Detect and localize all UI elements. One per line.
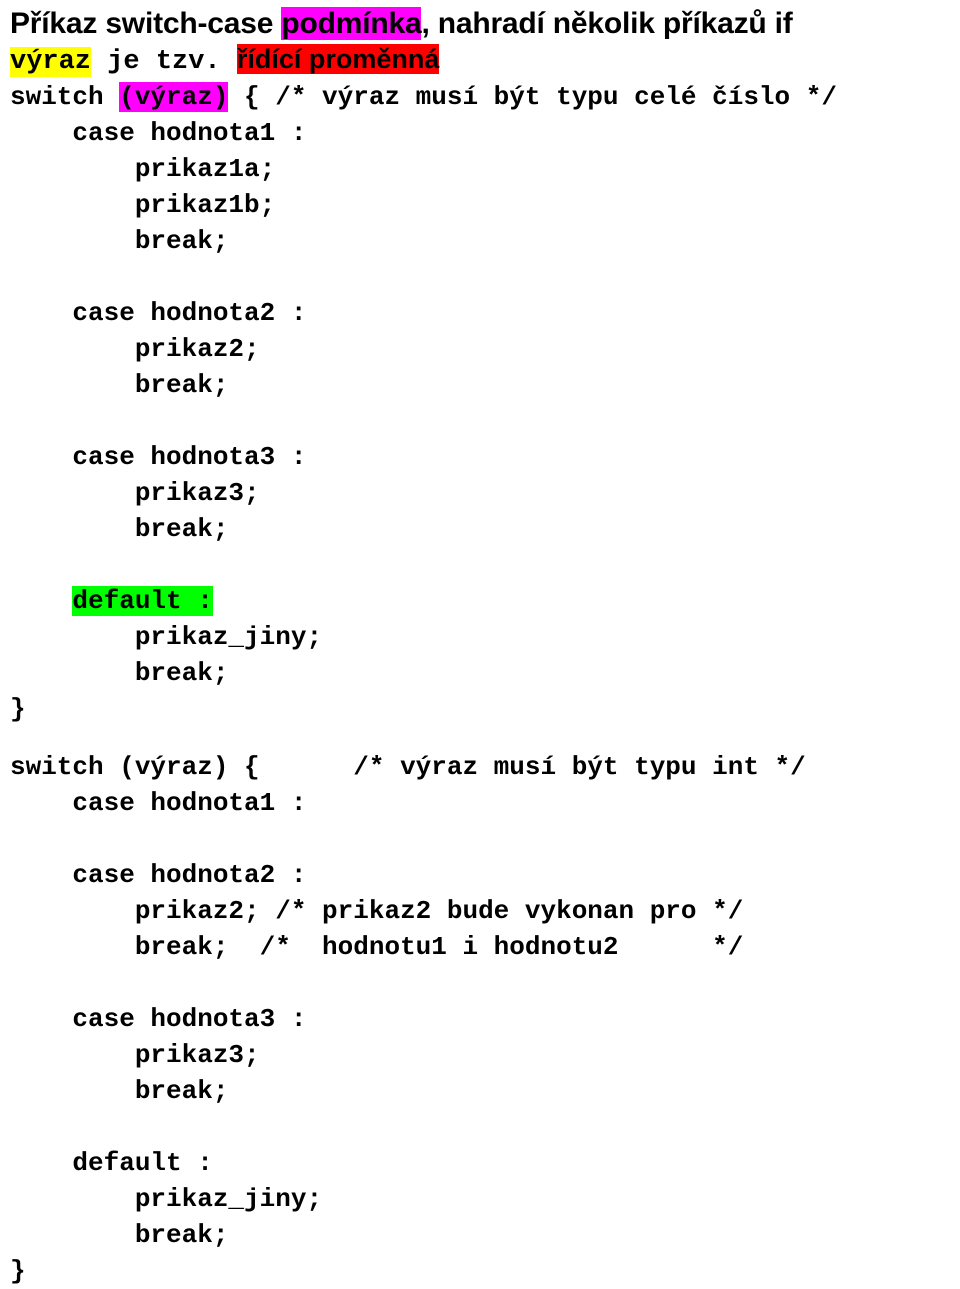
code-line: switch (výraz) { /* výraz musí být typu … (10, 79, 950, 115)
title-part-plain-3: je tzv. (91, 47, 237, 77)
document-page: Příkaz switch-case podmínka, nahradí něk… (0, 0, 960, 1286)
title-part-plain-2: , nahradí několik příkazů if (421, 7, 793, 40)
code-text: case hodnota1 : (10, 118, 307, 148)
code-text: { /* výraz musí být typu celé číslo */ (228, 82, 837, 112)
code-line: break; /* hodnotu1 i hodnotu2 */ (10, 929, 950, 965)
code-text: switch (10, 82, 120, 112)
code-text: prikaz3; (10, 478, 260, 508)
code-line: } (10, 691, 950, 727)
code-text: break; (10, 514, 229, 544)
code-line: case hodnota3 : (10, 1001, 950, 1037)
code-text: break; (10, 370, 229, 400)
code-text: prikaz_jiny; (10, 622, 323, 652)
code-text: prikaz3; (10, 1040, 260, 1070)
code-line: prikaz1a; (10, 151, 950, 187)
code-line: break; (10, 1217, 950, 1253)
code-line: case hodnota3 : (10, 439, 950, 475)
code-line: break; (10, 223, 950, 259)
code-text: break; (10, 1220, 229, 1250)
code-line: prikaz3; (10, 475, 950, 511)
code-text: break; (10, 658, 229, 688)
code-text: case hodnota3 : (10, 442, 307, 472)
code-line: case hodnota1 : (10, 115, 950, 151)
code-text: prikaz1b; (10, 190, 276, 220)
code-text: prikaz1a; (10, 154, 276, 184)
code-line: default : (10, 583, 950, 619)
title-block: Příkaz switch-case podmínka, nahradí něk… (0, 0, 960, 79)
code-text: case hodnota3 : (10, 1004, 307, 1034)
code-text: case hodnota1 : (10, 788, 307, 818)
title-line-1: Příkaz switch-case podmínka, nahradí něk… (10, 6, 950, 42)
code-line: } (10, 1253, 950, 1289)
code-text: } (10, 1256, 26, 1286)
code-text: case hodnota2 : (10, 860, 307, 890)
code-line: switch (výraz) { /* výraz musí být typu … (10, 749, 950, 785)
code-line: prikaz_jiny; (10, 1181, 950, 1217)
code-text: switch (výraz) { /* výraz musí být typu … (10, 752, 806, 782)
code-line: prikaz2; (10, 331, 950, 367)
title-part-plain-1: Příkaz switch-case (10, 7, 282, 40)
title-part-highlight-podminka: podmínka (281, 7, 422, 40)
code-line: break; (10, 511, 950, 547)
code-line: prikaz2; /* prikaz2 bude vykonan pro */ (10, 893, 950, 929)
code-line: case hodnota2 : (10, 857, 950, 893)
code-text: break; (10, 1076, 229, 1106)
code-line: prikaz1b; (10, 187, 950, 223)
code-line: case hodnota1 : (10, 785, 950, 821)
title-part-highlight-vyraz: výraz (10, 47, 92, 77)
code-text: } (10, 694, 26, 724)
title-line-2: výraz je tzv. řídící proměnná (10, 42, 950, 79)
title-part-highlight-ridici-promenna: řídící proměnná (236, 44, 440, 74)
code-highlight: default : (72, 586, 213, 616)
code-text: prikaz_jiny; (10, 1184, 323, 1214)
code-block-switch-example-1: switch (výraz) { /* výraz musí být typu … (0, 79, 960, 727)
code-text: break; (10, 226, 229, 256)
code-line: prikaz3; (10, 1037, 950, 1073)
code-block-separator (0, 727, 960, 749)
code-block-switch-example-2: switch (výraz) { /* výraz musí být typu … (0, 749, 960, 1289)
code-highlight: (výraz) (119, 82, 229, 112)
code-text: case hodnota2 : (10, 298, 307, 328)
code-text: prikaz2; /* prikaz2 bude vykonan pro */ (10, 896, 744, 926)
code-line: prikaz_jiny; (10, 619, 950, 655)
code-line: break; (10, 655, 950, 691)
code-line: break; (10, 1073, 950, 1109)
code-line: break; (10, 367, 950, 403)
code-text: break; /* hodnotu1 i hodnotu2 */ (10, 932, 744, 962)
code-text: prikaz2; (10, 334, 260, 364)
code-line: case hodnota2 : (10, 295, 950, 331)
code-line: default : (10, 1145, 950, 1181)
code-text: default : (10, 1148, 213, 1178)
